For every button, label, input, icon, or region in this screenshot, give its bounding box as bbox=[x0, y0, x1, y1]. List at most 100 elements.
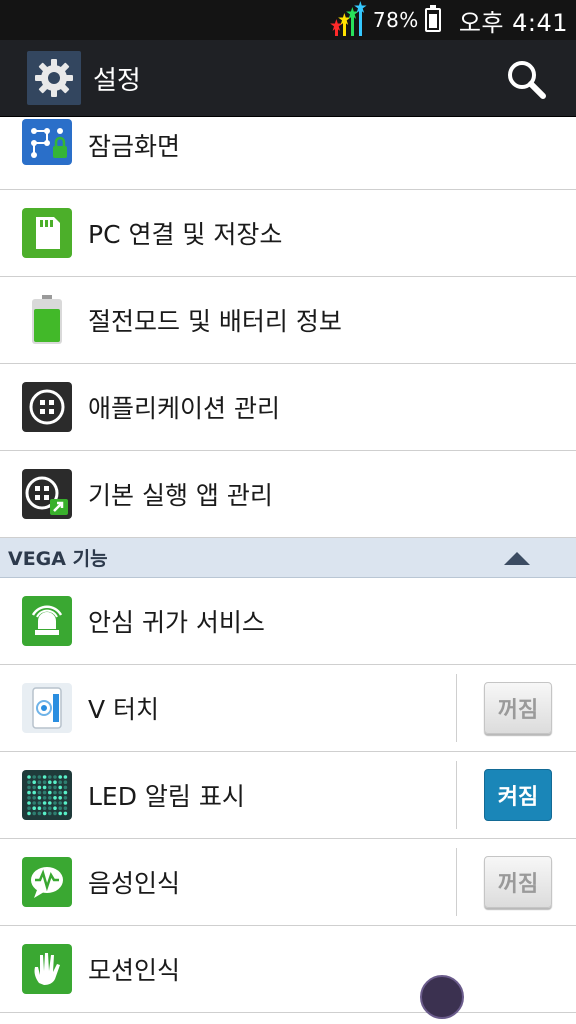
battery-status-icon bbox=[424, 5, 441, 32]
list-item-app-manage[interactable]: 애플리케이션 관리 bbox=[0, 364, 576, 451]
section-header-vega[interactable]: VEGA 기능 bbox=[0, 538, 576, 578]
list-item-voice[interactable]: 음성인식 꺼짐 bbox=[0, 839, 576, 926]
led-dot bbox=[48, 790, 52, 795]
led-dot bbox=[37, 775, 42, 779]
led-dot bbox=[48, 806, 52, 810]
action-bar: 설정 bbox=[0, 40, 576, 117]
led-dot bbox=[37, 801, 42, 805]
led-dot bbox=[63, 790, 68, 795]
list-item-label: 안심 귀가 서비스 bbox=[88, 608, 265, 637]
led-dot bbox=[58, 801, 62, 805]
led-dot bbox=[63, 806, 68, 810]
led-dot bbox=[42, 775, 47, 779]
led-dot bbox=[27, 785, 31, 790]
led-dot bbox=[58, 806, 62, 810]
led-dot bbox=[48, 775, 52, 779]
led-toggle[interactable]: 켜짐 bbox=[484, 769, 552, 821]
led-dot bbox=[42, 785, 47, 790]
signal-icon bbox=[334, 4, 367, 36]
led-dot bbox=[42, 806, 47, 810]
led-dot bbox=[32, 790, 36, 795]
safe-home-icon bbox=[22, 596, 72, 646]
led-dot bbox=[27, 796, 31, 800]
battery-icon bbox=[22, 295, 72, 345]
list-item-label: 모션인식 bbox=[88, 956, 181, 985]
led-dot bbox=[63, 796, 68, 800]
led-dot bbox=[42, 811, 47, 816]
list-item-motion[interactable]: 모션인식 bbox=[0, 926, 576, 1013]
list-item-label: 기본 실행 앱 관리 bbox=[88, 481, 273, 510]
led-dot bbox=[63, 775, 68, 779]
led-dot bbox=[58, 780, 62, 784]
led-dot bbox=[42, 796, 47, 800]
search-icon[interactable] bbox=[504, 57, 548, 101]
led-dot bbox=[63, 785, 68, 790]
v-touch-toggle[interactable]: 꺼짐 bbox=[484, 682, 552, 734]
led-dot bbox=[58, 811, 62, 816]
default-app-icon bbox=[22, 469, 72, 519]
list-item-pc-storage[interactable]: PC 연결 및 저장소 bbox=[0, 190, 576, 277]
led-dot bbox=[37, 806, 42, 810]
settings-list: 잠금화면 PC 연결 및 저장소 절전모드 및 배터리 정보 애플리케이션 관리… bbox=[0, 117, 576, 1013]
led-dot bbox=[48, 785, 52, 790]
voice-toggle[interactable]: 꺼짐 bbox=[484, 856, 552, 908]
led-dot bbox=[27, 790, 31, 795]
led-dot bbox=[32, 780, 36, 784]
led-dot bbox=[58, 775, 62, 779]
motion-icon bbox=[22, 944, 72, 994]
page-title: 설정 bbox=[93, 65, 141, 96]
gear-icon[interactable] bbox=[27, 51, 81, 105]
led-dot bbox=[42, 801, 47, 805]
divider bbox=[456, 761, 457, 829]
led-dot bbox=[58, 790, 62, 795]
battery-percent: 78% bbox=[372, 8, 419, 32]
collapse-up-icon[interactable] bbox=[504, 552, 530, 565]
voice-icon bbox=[22, 857, 72, 907]
list-item-label: 애플리케이션 관리 bbox=[88, 394, 280, 423]
led-dot bbox=[27, 806, 31, 810]
status-bar: 78% 오후 4:41 bbox=[0, 0, 576, 40]
led-dot bbox=[32, 801, 36, 805]
led-dot bbox=[48, 796, 52, 800]
led-dot bbox=[27, 780, 31, 784]
led-dot bbox=[27, 775, 31, 779]
led-dot bbox=[53, 775, 57, 779]
led-dot bbox=[53, 806, 57, 810]
v-touch-icon bbox=[22, 683, 72, 733]
led-dot bbox=[53, 801, 57, 805]
list-item-label: 음성인식 bbox=[88, 869, 181, 898]
list-item-label: V 터치 bbox=[88, 695, 160, 724]
led-dot bbox=[58, 785, 62, 790]
list-item-label: PC 연결 및 저장소 bbox=[88, 220, 283, 249]
led-dot bbox=[27, 811, 31, 816]
led-dot bbox=[63, 811, 68, 816]
led-dot bbox=[37, 796, 42, 800]
list-item-safe-home[interactable]: 안심 귀가 서비스 bbox=[0, 578, 576, 665]
lockscreen-icon bbox=[22, 119, 72, 165]
led-dot bbox=[32, 811, 36, 816]
led-dot bbox=[48, 780, 52, 784]
list-item-battery[interactable]: 절전모드 및 배터리 정보 bbox=[0, 277, 576, 364]
led-dot bbox=[37, 811, 42, 816]
list-item-label: 잠금화면 bbox=[88, 132, 181, 161]
divider bbox=[456, 848, 457, 916]
led-dot bbox=[53, 790, 57, 795]
section-title: VEGA 기능 bbox=[8, 548, 108, 570]
led-dot bbox=[32, 785, 36, 790]
led-dot bbox=[37, 780, 42, 784]
list-item-lockscreen[interactable]: 잠금화면 bbox=[0, 117, 576, 190]
list-item-default-app[interactable]: 기본 실행 앱 관리 bbox=[0, 451, 576, 538]
led-dot bbox=[53, 780, 57, 784]
led-dot bbox=[63, 780, 68, 784]
led-dot bbox=[58, 796, 62, 800]
led-dot bbox=[53, 796, 57, 800]
list-item-label: 절전모드 및 배터리 정보 bbox=[88, 307, 342, 336]
clock: 오후 4:41 bbox=[458, 8, 568, 37]
divider bbox=[456, 674, 457, 742]
list-item-v-touch[interactable]: V 터치 꺼짐 bbox=[0, 665, 576, 752]
led-dot bbox=[63, 801, 68, 805]
app-manage-icon bbox=[22, 382, 72, 432]
list-item-led[interactable]: LED 알림 표시 켜짐 bbox=[0, 752, 576, 839]
watermark-logo bbox=[420, 975, 464, 1019]
led-dot bbox=[32, 796, 36, 800]
